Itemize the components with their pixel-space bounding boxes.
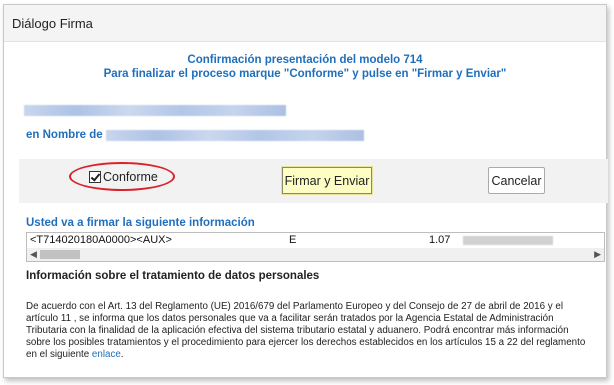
- horizontal-scrollbar[interactable]: ◀ ▶: [27, 248, 604, 261]
- conforme-label[interactable]: Conforme: [103, 170, 158, 184]
- instruction-text: Para finalizar el proceso marque "Confor…: [103, 68, 507, 80]
- privacy-end: .: [120, 349, 124, 360]
- conforme-checkbox[interactable]: [89, 171, 101, 183]
- sign-info-amount: 1.07: [429, 234, 451, 246]
- scroll-right-icon[interactable]: ▶: [594, 249, 601, 260]
- on-behalf-label: en Nombre de: [26, 129, 103, 141]
- confirmation-title: Confirmación presentación del modelo 714: [187, 54, 423, 66]
- sign-info-row: <T714020180A0000><AUX> E 1.07: [27, 233, 604, 247]
- scroll-left-icon[interactable]: ◀: [30, 249, 37, 260]
- sign-info-flag: E: [289, 234, 297, 246]
- privacy-link[interactable]: enlace: [92, 349, 121, 360]
- sign-and-send-button[interactable]: Firmar y Enviar: [282, 167, 372, 194]
- redacted-sign-value: [463, 236, 553, 245]
- redacted-taxpayer-name: [24, 105, 286, 116]
- cancel-button[interactable]: Cancelar: [488, 167, 545, 194]
- sign-info-scrollbox[interactable]: <T714020180A0000><AUX> E 1.07 ◀ ▶: [26, 232, 605, 262]
- scrollbar-thumb[interactable]: [40, 250, 80, 259]
- dialog-title: Diálogo Firma: [12, 16, 93, 31]
- sign-info-code: <T714020180A0000><AUX>: [30, 234, 172, 246]
- privacy-text: De acuerdo con el Art. 13 del Reglamento…: [26, 301, 594, 361]
- signature-dialog: Diálogo Firma Confirmación presentación …: [3, 4, 608, 378]
- action-bar: Conforme Firmar y Enviar Cancelar: [19, 159, 608, 203]
- redacted-represented-name: [106, 130, 364, 141]
- sign-info-heading: Usted va a firmar la siguiente informaci…: [26, 217, 255, 229]
- dialog-titlebar: Diálogo Firma: [4, 5, 606, 42]
- privacy-heading: Información sobre el tratamiento de dato…: [26, 270, 320, 282]
